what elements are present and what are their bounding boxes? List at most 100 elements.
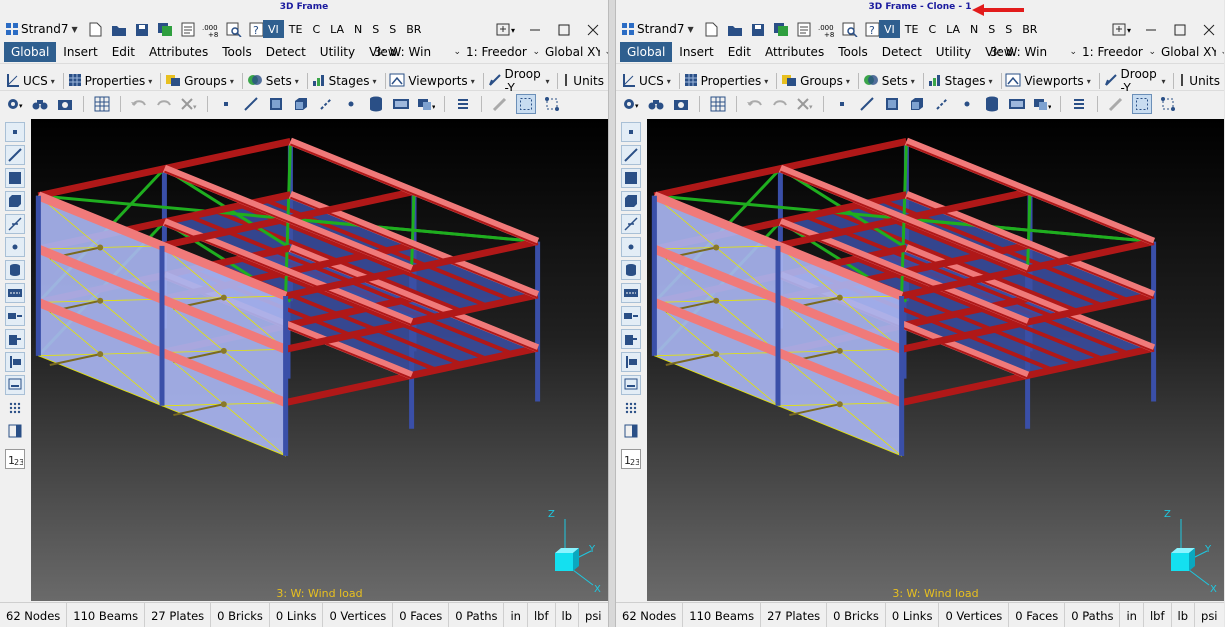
undo-icon[interactable] [746, 95, 764, 113]
view-tab-5[interactable]: S [983, 20, 1001, 38]
chevron-down-icon[interactable]: ▾ [846, 77, 850, 86]
minimize-icon[interactable] [525, 20, 544, 39]
chevron-down-icon[interactable]: ▾ [148, 77, 152, 86]
menu-tools[interactable]: Tools [215, 42, 259, 62]
menu-insert[interactable]: Insert [56, 42, 104, 62]
chevron-down-icon[interactable]: ▾ [1087, 77, 1091, 86]
chevron-down-icon[interactable]: ▾ [764, 77, 768, 86]
chevron-down-icon[interactable]: ▾ [1161, 77, 1165, 86]
brick-icon[interactable] [292, 95, 310, 113]
model-viewport[interactable]: ZYX 3: W: Wind load [647, 119, 1224, 601]
dots-grid-icon[interactable] [621, 398, 641, 418]
path-mode-icon[interactable] [5, 306, 25, 326]
chevron-down-icon[interactable]: ▾ [471, 77, 475, 86]
status-item[interactable]: lbf [1144, 603, 1172, 627]
window-layout-icon[interactable]: ▾ [496, 20, 515, 39]
redo-icon[interactable] [771, 95, 789, 113]
camera-icon[interactable] [672, 95, 690, 113]
status-item[interactable]: psi [579, 603, 608, 627]
plate-mode-icon[interactable] [621, 168, 641, 188]
select-box-icon[interactable] [1132, 94, 1152, 114]
view-tab-4[interactable]: N [349, 20, 368, 38]
menu-tools[interactable]: Tools [831, 42, 875, 62]
toolbar-units-button[interactable]: Units [1178, 73, 1224, 90]
panel-icon[interactable] [621, 421, 641, 441]
toolbar-properties-button[interactable]: Properties ▾ [68, 73, 157, 90]
status-item[interactable]: psi [1195, 603, 1224, 627]
chevron-down-icon[interactable]: ▾ [230, 77, 234, 86]
path-icon[interactable]: ▾ [417, 95, 435, 113]
delete-icon[interactable]: ▾ [796, 95, 814, 113]
toolbar-stages-button[interactable]: Stages ▾ [928, 73, 997, 90]
undo-icon[interactable] [130, 95, 148, 113]
vertex-icon[interactable] [342, 95, 360, 113]
settings-gear-icon[interactable]: ▾ [622, 95, 640, 113]
load-mode-icon[interactable] [621, 352, 641, 372]
view-tab-5[interactable]: S [367, 20, 385, 38]
beam-icon[interactable] [858, 95, 876, 113]
status-item[interactable]: lb [556, 603, 580, 627]
face-mode-icon[interactable] [5, 283, 25, 303]
menu-attributes[interactable]: Attributes [758, 42, 831, 62]
pencil-icon[interactable] [1107, 95, 1125, 113]
open-folder-icon[interactable] [109, 20, 128, 39]
view-tab-3[interactable]: LA [941, 20, 966, 38]
path-mode-icon[interactable] [621, 306, 641, 326]
delete-icon[interactable]: ▾ [180, 95, 198, 113]
toolbar-sets-button[interactable]: Sets ▾ [863, 73, 919, 90]
node-icon[interactable] [217, 95, 235, 113]
link-mode-icon[interactable] [5, 214, 25, 234]
toolbar-viewports-button[interactable]: Viewports ▾ [389, 73, 478, 90]
toolbar-ucs-button[interactable]: UCS ▾ [6, 73, 59, 90]
vertex-mode-icon[interactable] [621, 237, 641, 257]
model-viewport[interactable]: ZYX 3: W: Wind load [31, 119, 608, 601]
chevron-down-icon[interactable]: ▾ [51, 77, 55, 86]
brick-icon[interactable] [908, 95, 926, 113]
node-mode-icon[interactable] [621, 122, 641, 142]
save-icon[interactable] [748, 20, 767, 39]
list-icon[interactable] [454, 95, 472, 113]
new-file-icon[interactable] [86, 20, 105, 39]
save-all-icon[interactable] [155, 20, 174, 39]
camera-icon[interactable] [56, 95, 74, 113]
number-format-icon[interactable]: .000 +8 [817, 20, 836, 39]
app-menu-button[interactable]: Strand7 ▼ [622, 21, 694, 37]
load-case-combo[interactable]: 3: W: Win ⌄ [371, 42, 463, 62]
chevron-down-icon[interactable]: ▾ [373, 77, 377, 86]
status-item[interactable]: lb [1172, 603, 1196, 627]
toolbar-units-button[interactable]: Units [562, 73, 608, 90]
panel-icon[interactable] [5, 421, 25, 441]
minimize-icon[interactable] [1141, 20, 1160, 39]
menu-global[interactable]: Global [4, 42, 57, 62]
face-icon[interactable] [392, 95, 410, 113]
vertex-mode-icon[interactable] [5, 237, 25, 257]
view-tab-0[interactable]: VI [263, 20, 284, 38]
select-nodes-icon[interactable] [543, 95, 561, 113]
select-box-icon[interactable] [516, 94, 536, 114]
beam-icon[interactable] [242, 95, 260, 113]
redo-icon[interactable] [155, 95, 173, 113]
plate-icon[interactable] [267, 95, 285, 113]
maximize-icon[interactable] [554, 20, 573, 39]
extrude-mode-icon[interactable] [621, 329, 641, 349]
view-tab-6[interactable]: S [1000, 20, 1018, 38]
view-tab-3[interactable]: LA [325, 20, 350, 38]
chevron-down-icon[interactable]: ▾ [667, 77, 671, 86]
save-icon[interactable] [132, 20, 151, 39]
view-tab-6[interactable]: S [384, 20, 402, 38]
binoculars-icon[interactable] [647, 95, 665, 113]
toolbar-properties-button[interactable]: Properties ▾ [684, 73, 773, 90]
face-mode-icon[interactable] [621, 283, 641, 303]
close-icon[interactable] [583, 20, 602, 39]
cylinder-mode-icon[interactable] [621, 260, 641, 280]
cylinder-icon[interactable] [983, 95, 1001, 113]
node-mode-icon[interactable] [5, 122, 25, 142]
app-menu-button[interactable]: Strand7 ▼ [6, 21, 78, 37]
brick-mode-icon[interactable] [621, 191, 641, 211]
open-folder-icon[interactable] [725, 20, 744, 39]
display-mode-icon[interactable] [621, 375, 641, 395]
menu-edit[interactable]: Edit [721, 42, 758, 62]
status-item[interactable]: in [1120, 603, 1144, 627]
menu-utility[interactable]: Utility [313, 42, 362, 62]
toolbar-stages-button[interactable]: Stages ▾ [312, 73, 381, 90]
